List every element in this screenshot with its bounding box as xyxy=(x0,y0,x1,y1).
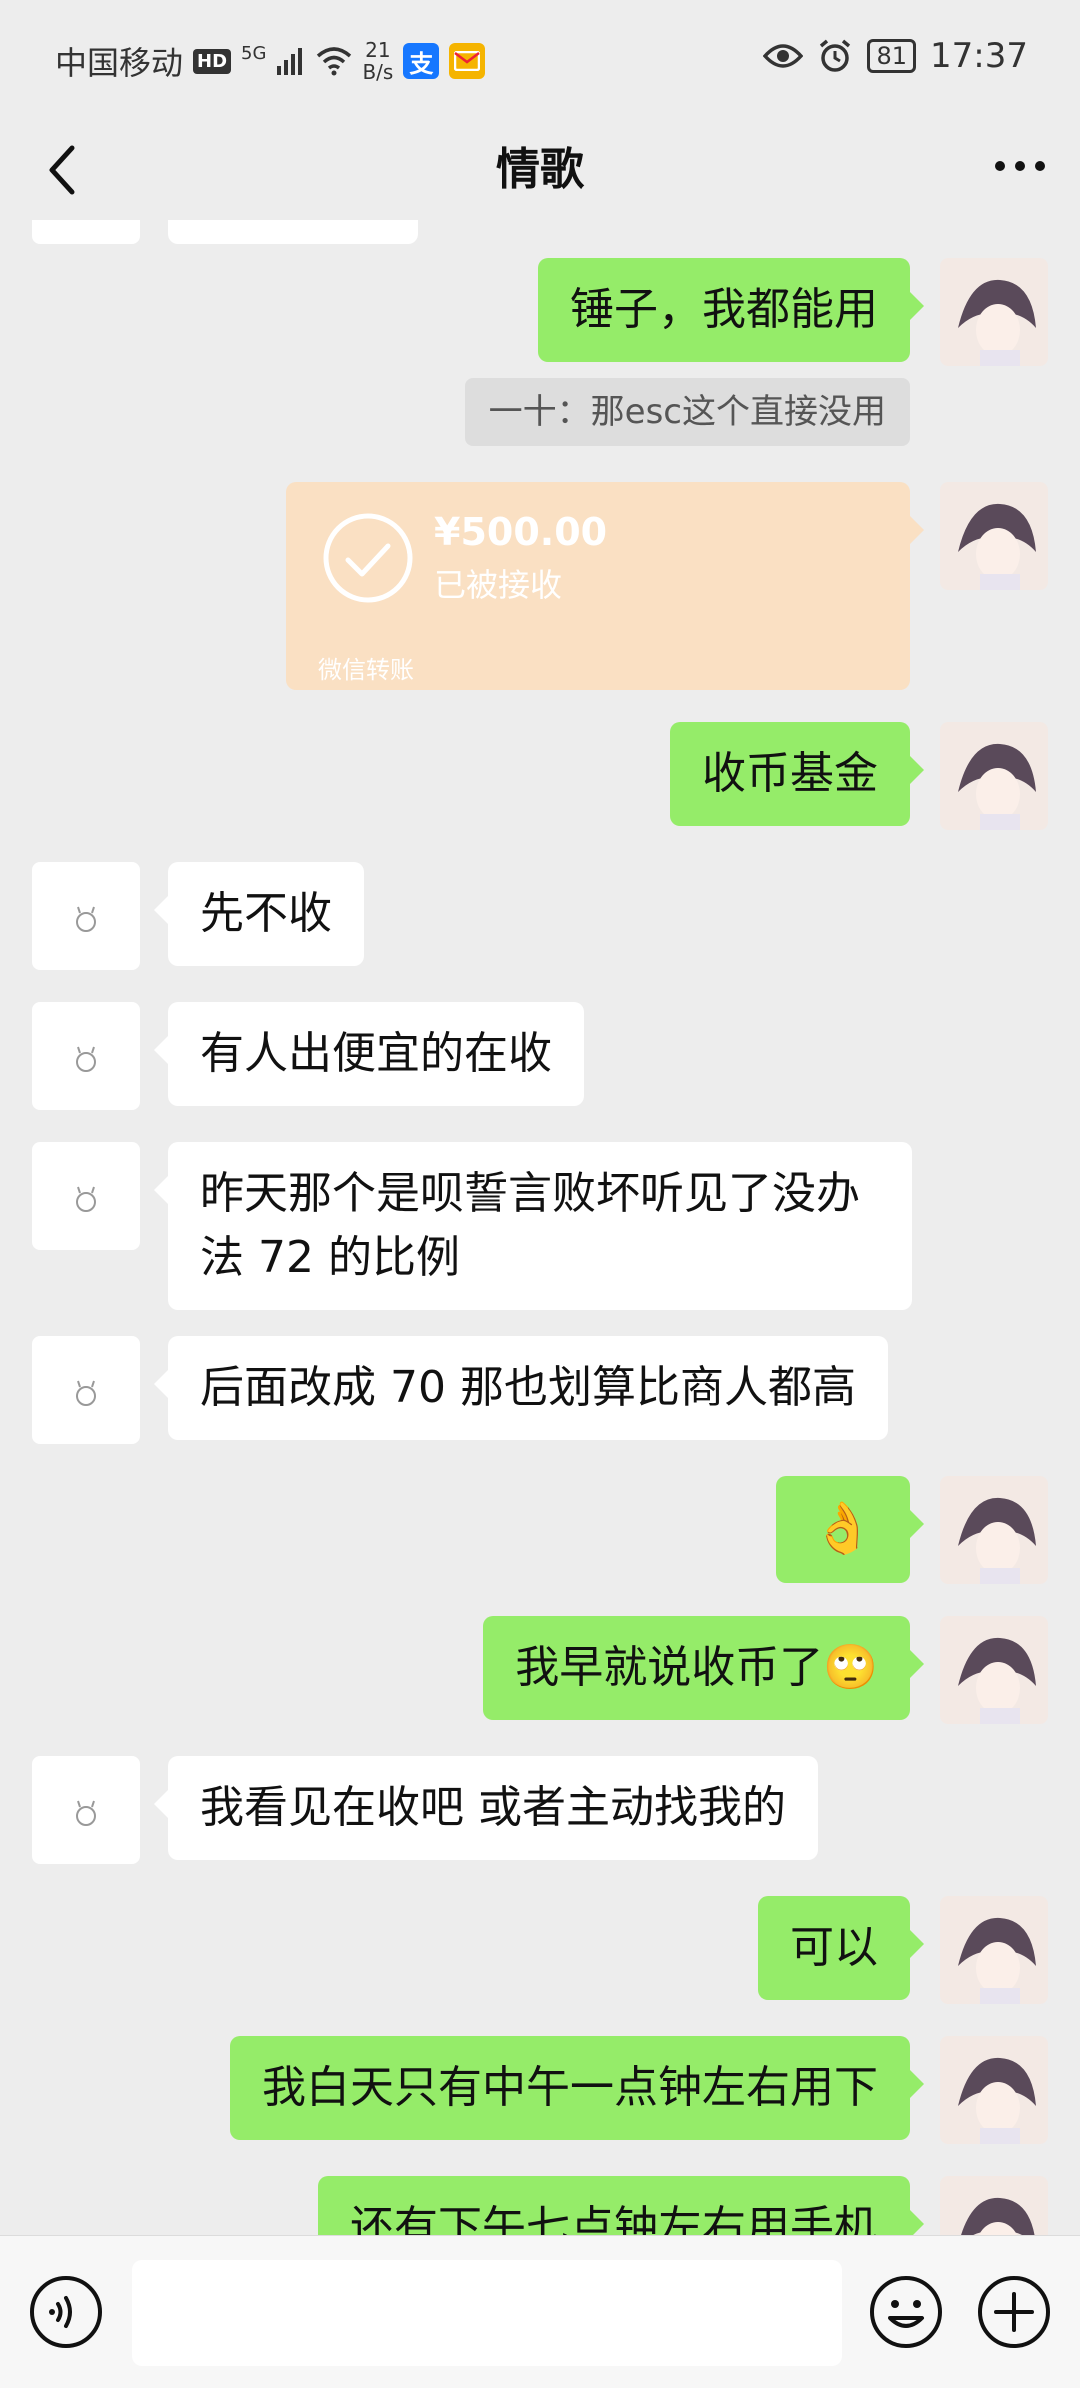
net-speed-unit: B/s xyxy=(362,60,394,84)
message-bubble-sent[interactable]: 收币基金 xyxy=(670,722,924,826)
status-right: 81 17:37 xyxy=(763,36,1028,76)
message-text: 我早就说收币了🙄 xyxy=(515,1642,878,1693)
wifi-icon xyxy=(317,47,352,76)
emoji-icon[interactable] xyxy=(868,2274,944,2350)
transfer-amount: ¥500.00 xyxy=(434,510,608,554)
message-bubble-sent[interactable]: 我早就说收币了🙄 xyxy=(483,1616,924,1720)
contact-avatar[interactable] xyxy=(32,1142,140,1250)
voice-icon[interactable] xyxy=(28,2274,104,2350)
transfer-status: 已被接收 xyxy=(434,566,563,604)
alarm-icon xyxy=(820,39,851,72)
message-text-line: 法 72 的比例 xyxy=(200,1232,460,1283)
contact-avatar[interactable] xyxy=(32,1002,140,1110)
hd-badge: HD xyxy=(193,48,232,74)
message-text: 我白天只有中午一点钟左右用下 xyxy=(262,2062,878,2113)
carrier-name: 中国移动 xyxy=(55,44,184,82)
message-text: 先不收 xyxy=(200,888,332,939)
eye-icon xyxy=(763,44,804,68)
contact-avatar[interactable] xyxy=(32,1336,140,1444)
check-circle-icon xyxy=(323,513,413,603)
message-bubble-received[interactable]: 有人出便宜的在收 xyxy=(154,1002,584,1106)
message-bubble xyxy=(168,220,418,244)
contact-avatar[interactable] xyxy=(32,862,140,970)
message-bubble-sent[interactable]: 👌 xyxy=(775,1476,925,1583)
message-text: 锤子，我都能用 xyxy=(570,284,878,335)
message-text: 后面改成 70 那也划算比商人都高 xyxy=(200,1362,856,1413)
network-type: 5G xyxy=(241,43,267,64)
net-speed-value: 21 xyxy=(365,38,391,62)
message-input[interactable] xyxy=(132,2260,842,2366)
alipay-icon: 支 xyxy=(403,43,440,79)
message-bubble-received[interactable]: 先不收 xyxy=(154,862,364,966)
chat-header: 情歌 xyxy=(0,120,1080,220)
signal-icon xyxy=(277,48,303,75)
message-text: 我看见在收吧 或者主动找我的 xyxy=(200,1782,786,1833)
message-bubble-received[interactable]: 后面改成 70 那也划算比商人都高 xyxy=(154,1336,888,1440)
transfer-footer: 微信转账 xyxy=(318,656,414,684)
avatar xyxy=(32,220,140,244)
plus-icon[interactable] xyxy=(976,2274,1052,2350)
contact-avatar[interactable] xyxy=(32,1756,140,1864)
message-text: 有人出便宜的在收 xyxy=(200,1028,552,1079)
message-text: 收币基金 xyxy=(702,748,878,799)
message-list[interactable]: 锤子，我都能用 一十：那esc这个直接没用 ¥500.00 已被接收 微信转账 … xyxy=(0,220,1080,2235)
net-speed: 21 B/s xyxy=(362,39,393,83)
transfer-card[interactable]: ¥500.00 已被接收 微信转账 xyxy=(286,482,924,690)
ok-hand-emoji: 👌 xyxy=(811,1499,874,1557)
chat-title: 情歌 xyxy=(496,144,584,195)
mail-icon xyxy=(449,43,486,79)
my-avatar[interactable] xyxy=(940,482,1048,590)
my-avatar[interactable] xyxy=(940,1616,1048,1724)
input-bar xyxy=(0,2235,1080,2388)
my-avatar[interactable] xyxy=(940,2176,1048,2235)
message-bubble-received[interactable]: 我看见在收吧 或者主动找我的 xyxy=(154,1756,818,1860)
my-avatar[interactable] xyxy=(940,1896,1048,2004)
message-text: 还有下午七点钟左右用手机 xyxy=(350,2202,878,2235)
clock: 17:37 xyxy=(930,36,1028,76)
status-bar: 中国移动 HD 5G 21 B/s 支 81 17:37 xyxy=(0,0,1080,120)
my-avatar[interactable] xyxy=(940,722,1048,830)
my-avatar[interactable] xyxy=(940,258,1048,366)
message-bubble-sent[interactable]: 可以 xyxy=(758,1896,924,2000)
status-left: 中国移动 HD 5G 21 B/s 支 xyxy=(55,38,486,84)
message-bubble-sent[interactable]: 我白天只有中午一点钟左右用下 xyxy=(230,2036,924,2140)
more-dots-icon[interactable] xyxy=(980,130,1060,210)
battery-indicator: 81 xyxy=(867,39,917,73)
message-text-line: 昨天那个是呗誓言败坏听见了没办 xyxy=(200,1168,860,1219)
message-bubble-sent[interactable]: 还有下午七点钟左右用手机 xyxy=(318,2176,924,2235)
message-bubble-sent[interactable]: 锤子，我都能用 xyxy=(538,258,924,362)
quoted-message[interactable]: 一十：那esc这个直接没用 xyxy=(464,378,910,446)
my-avatar[interactable] xyxy=(940,1476,1048,1584)
message-text: 可以 xyxy=(790,1922,878,1973)
message-bubble-received[interactable]: 昨天那个是呗誓言败坏听见了没办 法 72 的比例 xyxy=(154,1142,912,1310)
my-avatar[interactable] xyxy=(940,2036,1048,2144)
